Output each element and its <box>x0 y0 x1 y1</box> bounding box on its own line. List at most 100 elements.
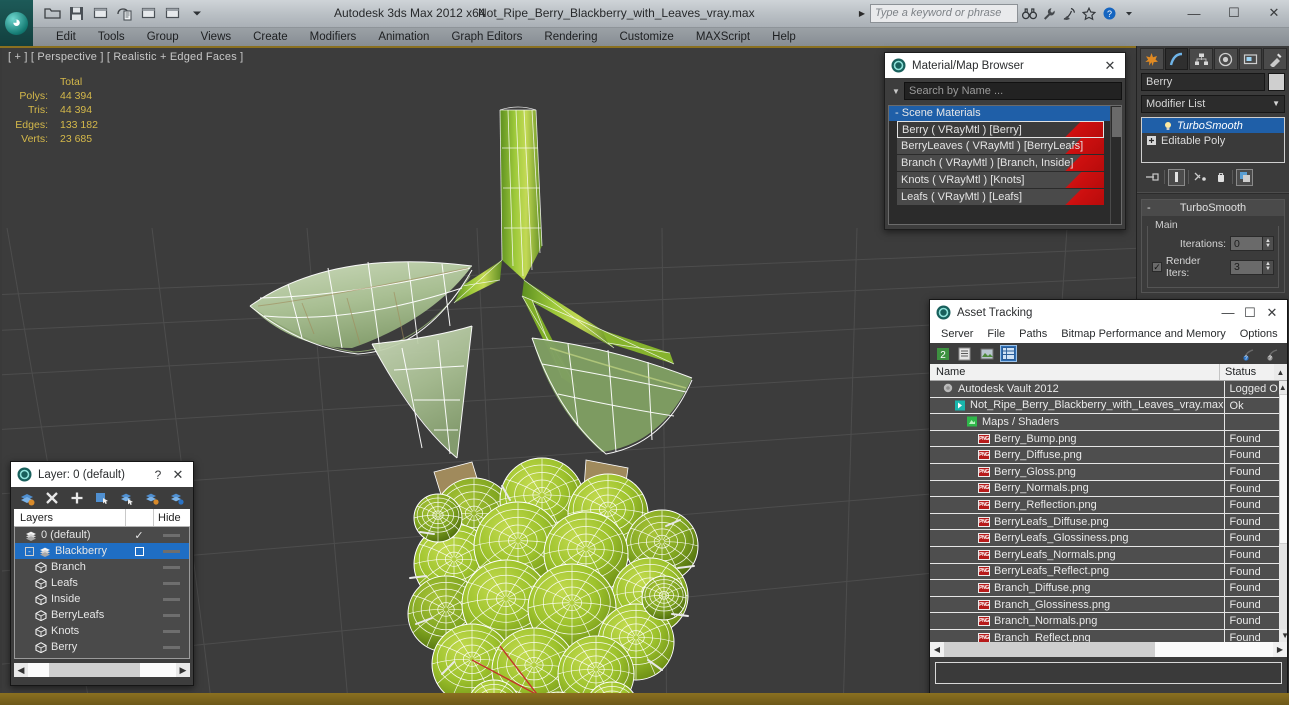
bitmap-view-icon[interactable] <box>978 345 995 362</box>
column-header-name[interactable]: Name <box>930 364 1220 380</box>
open-file-icon[interactable] <box>42 3 63 23</box>
layer-expander-icon[interactable]: - <box>25 546 34 556</box>
iterations-input[interactable] <box>1230 236 1263 251</box>
scrollbar-right-arrow-icon[interactable]: ▶ <box>1273 642 1287 657</box>
layer-active-check-icon[interactable]: ✓ <box>134 529 143 542</box>
table-row[interactable]: PNG Branch_Glossiness.png Found <box>930 596 1279 614</box>
table-row[interactable]: Autodesk Vault 2012 Logged O <box>930 381 1279 398</box>
at-menu-file[interactable]: File <box>980 325 1012 343</box>
table-row[interactable]: PNG BerryLeafs_Normals.png Found <box>930 546 1279 564</box>
asset-tracking-maximize-button[interactable]: ☐ <box>1239 302 1261 324</box>
remove-modifier-icon[interactable] <box>1212 169 1229 186</box>
highlight-selected-objects-icon[interactable] <box>143 490 160 507</box>
menu-item-help[interactable]: Help <box>761 28 807 46</box>
create-new-layer-icon[interactable] <box>19 490 36 507</box>
motion-tab[interactable] <box>1214 48 1238 70</box>
help-dropdown-icon[interactable] <box>1120 4 1138 23</box>
plus-box-icon[interactable] <box>1146 135 1157 146</box>
delete-layer-icon[interactable] <box>44 490 61 507</box>
layer-hide-cell[interactable] <box>153 645 189 649</box>
material-map-browser-dialog[interactable]: Material/Map Browser ✕ ▼ Search by Name … <box>884 52 1126 230</box>
undo-icon[interactable] <box>90 3 111 23</box>
iterations-arrows[interactable]: ▲ ▼ <box>1263 236 1274 251</box>
material-row[interactable]: Berry ( VRayMtl ) [Berry] <box>897 121 1104 138</box>
hierarchy-tab[interactable] <box>1189 48 1214 70</box>
scrollbar-up-arrow-icon[interactable]: ▲ <box>1278 381 1287 394</box>
stack-item-editable-poly[interactable]: Editable Poly <box>1142 133 1284 148</box>
material-row[interactable]: Leafs ( VRayMtl ) [Leafs] <box>897 189 1104 206</box>
material-browser-close-button[interactable]: ✕ <box>1099 55 1121 77</box>
render-iters-input[interactable] <box>1230 259 1263 275</box>
create-tab[interactable] <box>1140 48 1164 70</box>
table-row[interactable]: Not_Ripe_Berry_Blackberry_with_Leaves_vr… <box>930 397 1279 415</box>
reset-icon[interactable] <box>162 3 183 23</box>
select-objects-in-layer-icon[interactable] <box>94 490 111 507</box>
help-gray-icon[interactable]: ? <box>1264 345 1281 362</box>
list-item[interactable]: BerryLeafs <box>15 607 189 623</box>
list-item[interactable]: 0 (default) ✓ <box>15 527 189 543</box>
horizontal-scroll-track[interactable] <box>944 642 1273 657</box>
add-selection-to-layer-icon[interactable] <box>69 490 86 507</box>
close-button[interactable]: ✕ <box>1254 2 1289 24</box>
list-item[interactable]: Leafs <box>15 575 189 591</box>
table-row[interactable]: PNG Branch_Normals.png Found <box>930 613 1279 630</box>
chevron-down-icon[interactable]: ▼ <box>1272 96 1280 112</box>
at-menu-server[interactable]: Server <box>934 325 980 343</box>
layer-hide-cell[interactable] <box>153 565 189 569</box>
layer-active-checkbox[interactable] <box>134 546 144 556</box>
configure-modifier-sets-icon[interactable] <box>1236 168 1253 186</box>
menu-item-customize[interactable]: Customize <box>608 28 684 46</box>
list-item[interactable]: - Blackberry <box>15 543 189 559</box>
favorites-star-icon[interactable] <box>1080 4 1098 23</box>
wrench-icon[interactable] <box>1040 4 1058 23</box>
layer-dialog-help-button[interactable]: ? <box>149 464 167 486</box>
menu-item-group[interactable]: Group <box>136 28 190 46</box>
material-list[interactable]: - Scene Materials Berry ( VRayMtl ) [Ber… <box>888 105 1122 225</box>
material-row[interactable]: Knots ( VRayMtl ) [Knots] <box>897 172 1104 189</box>
layer-scroll-track[interactable] <box>28 663 176 677</box>
stack-item-turbosmooth[interactable]: TurboSmooth <box>1142 118 1284 133</box>
table-view-icon[interactable] <box>1000 345 1017 362</box>
asset-list-horizontal-scrollbar[interactable]: ◀ ▶ <box>930 642 1287 657</box>
layer-active-cell[interactable] <box>125 546 153 556</box>
show-end-result-icon[interactable] <box>1168 168 1185 186</box>
material-row[interactable]: Branch ( VRayMtl ) [Branch, Inside] <box>897 155 1104 172</box>
utilities-tab[interactable] <box>1263 48 1288 70</box>
object-name-field[interactable]: Berry <box>1141 73 1265 91</box>
layer-scroll-right-icon[interactable]: ▶ <box>176 665 190 676</box>
maximize-button[interactable]: ☐ <box>1214 2 1254 24</box>
list-item[interactable]: Inside <box>15 591 189 607</box>
layer-hide-cell[interactable] <box>153 549 189 553</box>
layer-hide-cell[interactable] <box>153 597 189 601</box>
column-header-status[interactable]: Status <box>1220 364 1274 380</box>
material-browser-filter-icon[interactable]: ▼ <box>888 82 904 100</box>
lightbulb-icon[interactable] <box>1162 120 1173 131</box>
table-row[interactable]: Maps / Shaders <box>930 414 1279 431</box>
layer-scrollbar-thumb[interactable] <box>48 663 141 677</box>
material-scrollbar-thumb[interactable] <box>1112 107 1121 137</box>
scene-materials-group-header[interactable]: - Scene Materials <box>889 106 1110 121</box>
pin-stack-icon[interactable] <box>1144 169 1161 186</box>
satellite-icon[interactable] <box>1060 4 1078 23</box>
qat-dropdown-icon[interactable] <box>186 3 207 23</box>
modifier-list-dropdown[interactable]: Modifier List ▼ <box>1141 95 1285 113</box>
menu-item-create[interactable]: Create <box>242 28 299 46</box>
render-iters-arrows[interactable]: ▲ ▼ <box>1263 259 1274 275</box>
layer-properties-icon[interactable] <box>168 490 185 507</box>
layer-hide-cell[interactable] <box>153 613 189 617</box>
list-view-icon[interactable] <box>956 345 973 362</box>
horizontal-scrollbar-thumb[interactable] <box>944 642 1155 657</box>
menu-item-edit[interactable]: Edit <box>45 28 87 46</box>
turbosmooth-rollout[interactable]: - TurboSmooth Main Iterations: ▲▼ ✓ <box>1141 199 1285 293</box>
table-row[interactable]: PNG Berry_Diffuse.png Found <box>930 447 1279 464</box>
menu-item-tools[interactable]: Tools <box>87 28 136 46</box>
list-item[interactable]: Berry <box>15 639 189 655</box>
render-iters-spinner[interactable]: ▲▼ <box>1230 259 1274 275</box>
layer-scroll-left-icon[interactable]: ◀ <box>14 665 28 676</box>
table-row[interactable]: PNG Berry_Gloss.png Found <box>930 463 1279 481</box>
display-tab[interactable] <box>1238 48 1263 70</box>
menu-item-maxscript[interactable]: MAXScript <box>685 28 761 46</box>
asset-scrollbar-thumb[interactable] <box>1278 394 1287 544</box>
command-panel[interactable]: Berry Modifier List ▼ TurboSmooth Editab… <box>1136 46 1289 305</box>
material-row[interactable]: BerryLeaves ( VRayMtl ) [BerryLeafs] <box>897 138 1104 155</box>
